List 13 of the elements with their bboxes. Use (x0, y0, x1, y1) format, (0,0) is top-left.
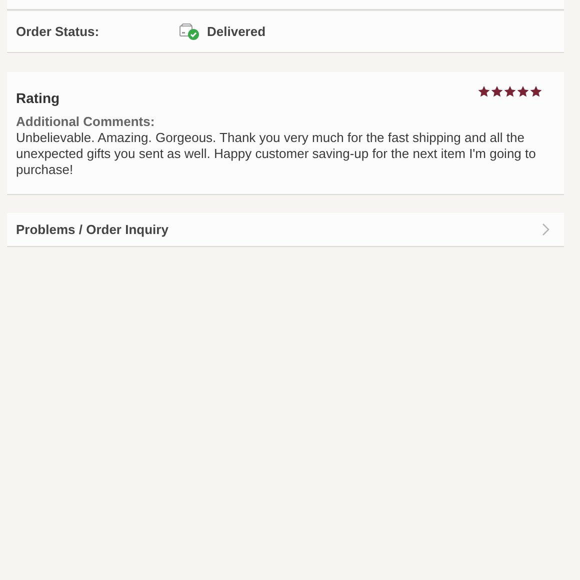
star-icon (504, 86, 516, 97)
star-icon (478, 86, 490, 97)
comments-text: Unbelievable. Amazing. Gorgeous. Thank you very much for the fast shipping and all the unexpected gifts you sent as well. Happy customer saving-up for the next item I'm going to purchase! (16, 130, 537, 178)
chevron-right-icon (542, 223, 550, 236)
status-label: Order Status: (16, 24, 100, 39)
delivered-box-icon (179, 22, 200, 40)
star-icon (530, 86, 542, 97)
order-inquiry-button[interactable]: Problems / Order Inquiry (7, 213, 564, 247)
status-value: Delivered (207, 24, 266, 39)
rating-title: Rating (16, 90, 60, 106)
comments-label: Additional Comments: (16, 114, 156, 129)
star-icon (491, 86, 503, 97)
star-icon (517, 86, 529, 97)
